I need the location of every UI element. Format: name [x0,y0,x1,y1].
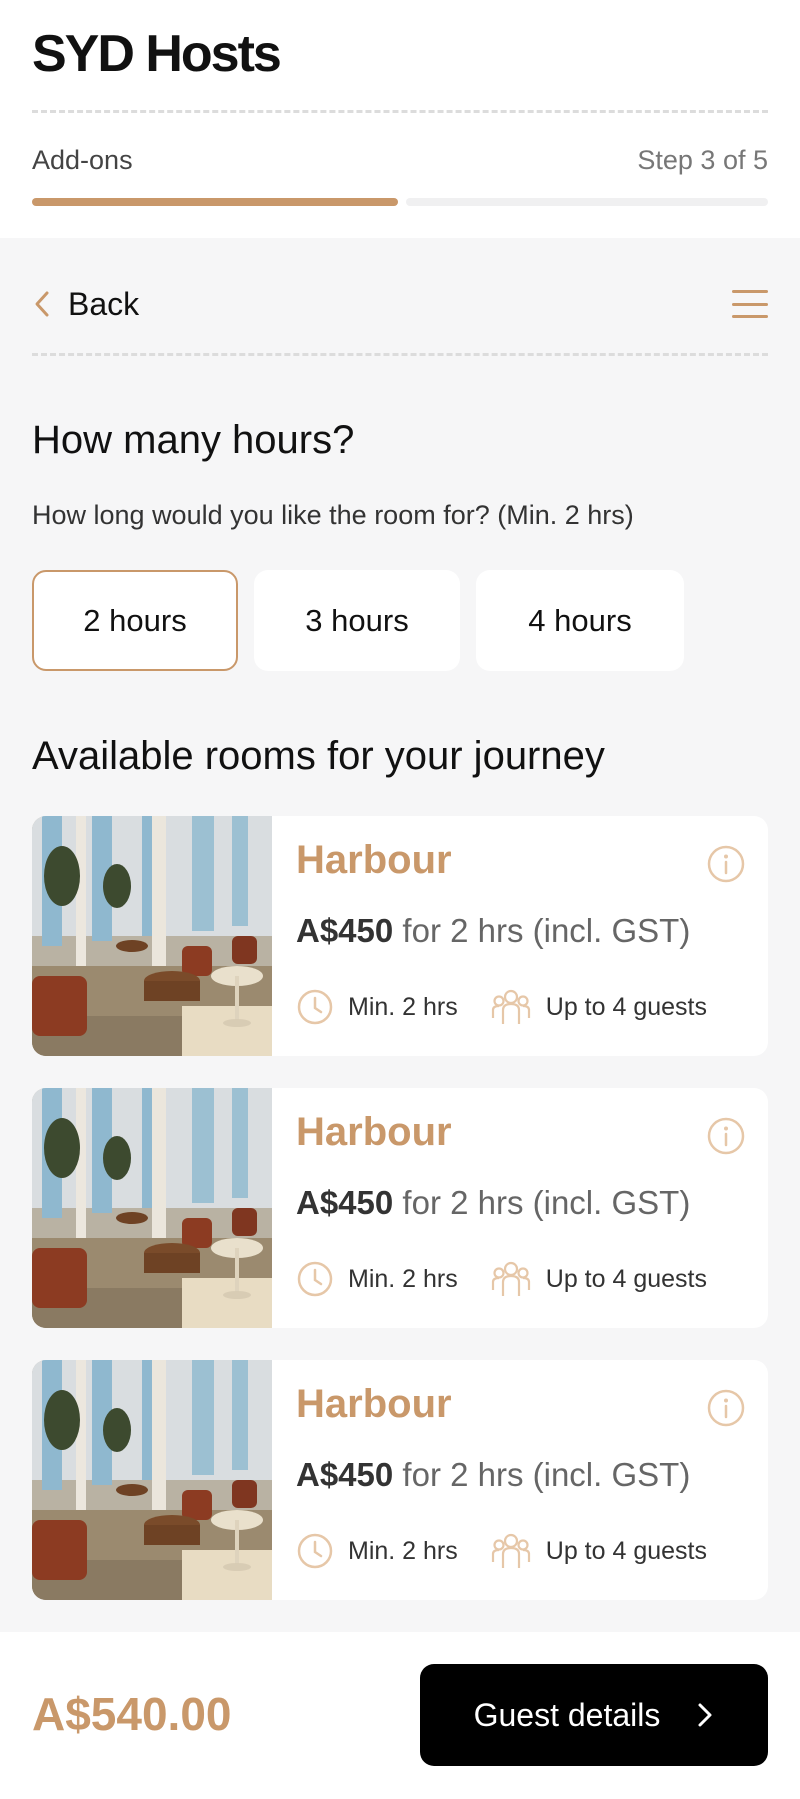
min-hours: Min. 2 hrs [296,1260,458,1298]
info-icon[interactable] [706,1116,746,1156]
guests-icon [491,1261,530,1296]
back-button[interactable]: Back [32,284,139,324]
total-price: A$540.00 [32,1688,232,1740]
room-name: Harbour [296,1382,452,1426]
room-price-amount: A$450 [296,1456,394,1493]
min-hours-label: Min. 2 hrs [348,992,458,1021]
capacity-label: Up to 4 guests [545,1536,707,1565]
room-photo[interactable] [32,816,272,1056]
room-photo[interactable] [32,1360,272,1600]
hours-heading: How many hours? [32,418,355,462]
capacity: Up to 4 guests [490,988,707,1026]
progress-bar [32,198,768,206]
hour-option-4[interactable]: 4 hours [476,570,684,671]
room-photo[interactable] [32,1088,272,1328]
min-hours: Min. 2 hrs [296,988,458,1026]
room-price: A$450 for 2 hrs (incl. GST) [296,912,690,950]
hours-options: 2 hours 3 hours 4 hours [32,570,684,671]
room-price-amount: A$450 [296,1184,394,1221]
capacity: Up to 4 guests [490,1532,707,1570]
info-icon[interactable] [706,1388,746,1428]
guests-icon [491,1533,530,1568]
nav-row: Back [32,284,768,324]
header: SYD Hosts Add-ons Step 3 of 5 [0,0,800,238]
app-logo[interactable]: SYD Hosts [32,24,282,84]
hours-subtitle: How long would you like the room for? (M… [32,500,634,530]
min-hours-label: Min. 2 hrs [348,1536,458,1565]
room-name: Harbour [296,838,452,882]
room-card[interactable]: Harbour A$450 for 2 hrs (incl. GST) Min.… [32,1088,768,1328]
room-card[interactable]: Harbour A$450 for 2 hrs (incl. GST) Min.… [32,1360,768,1600]
room-price: A$450 for 2 hrs (incl. GST) [296,1456,690,1494]
room-card[interactable]: Harbour A$450 for 2 hrs (incl. GST) Min.… [32,816,768,1056]
min-hours-label: Min. 2 hrs [348,1264,458,1293]
clock-icon [297,1261,333,1297]
progress-bar-fill [32,198,398,206]
min-hours: Min. 2 hrs [296,1532,458,1570]
capacity-label: Up to 4 guests [545,1264,707,1293]
room-meta: Min. 2 hrs Up to 4 guests [296,1260,707,1298]
cta-label: Guest details [473,1696,661,1733]
rooms-heading: Available rooms for your journey [32,734,605,778]
guest-details-button[interactable]: Guest details [420,1664,768,1766]
room-price-suffix: for 2 hrs (incl. GST) [402,1184,691,1221]
back-label: Back [68,285,140,322]
clock-icon [297,1533,333,1569]
info-icon[interactable] [706,844,746,884]
hamburger-menu-icon[interactable] [732,286,768,322]
capacity-label: Up to 4 guests [545,992,707,1021]
chevron-left-icon [35,291,49,317]
hour-option-2[interactable]: 2 hours [32,570,238,671]
room-price: A$450 for 2 hrs (incl. GST) [296,1184,690,1222]
capacity: Up to 4 guests [490,1260,707,1298]
step-counter: Step 3 of 5 [637,145,768,175]
progress-bar-remaining [406,198,768,206]
chevron-right-icon [698,1703,712,1727]
divider [32,110,768,113]
footer-bar: A$540.00 Guest details [0,1632,800,1799]
step-name: Add-ons [32,145,133,175]
hour-option-3[interactable]: 3 hours [254,570,460,671]
room-meta: Min. 2 hrs Up to 4 guests [296,988,707,1026]
room-name: Harbour [296,1110,452,1154]
room-price-amount: A$450 [296,912,394,949]
room-price-suffix: for 2 hrs (incl. GST) [402,912,691,949]
room-meta: Min. 2 hrs Up to 4 guests [296,1532,707,1570]
guests-icon [491,989,530,1024]
divider [32,353,768,356]
room-price-suffix: for 2 hrs (incl. GST) [402,1456,691,1493]
clock-icon [297,989,333,1025]
